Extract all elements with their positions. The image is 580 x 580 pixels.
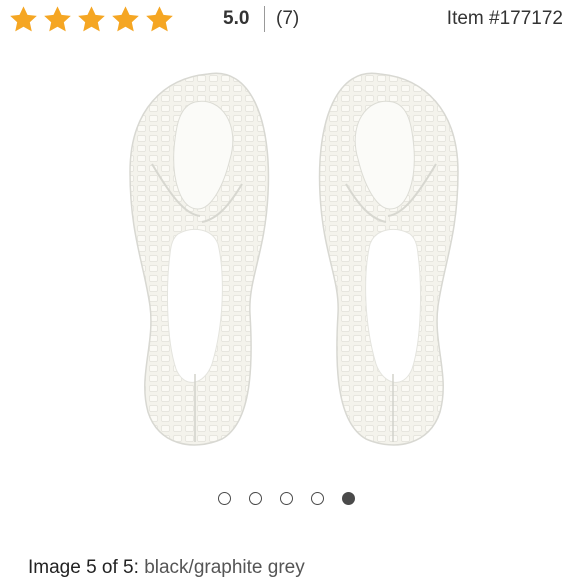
right-sole — [318, 72, 459, 446]
review-count[interactable]: (7) — [276, 8, 299, 30]
star-icon — [146, 6, 173, 32]
rating-divider — [264, 6, 265, 32]
rating-row: 5.0 (7) Item #177172 — [0, 0, 580, 38]
caption-color-name: black/graphite grey — [144, 557, 305, 578]
star-rating[interactable] — [8, 4, 175, 35]
caption-prefix: Image 5 of 5: — [28, 557, 139, 578]
star-icon — [78, 6, 105, 32]
carousel-dot-5-active[interactable] — [342, 492, 355, 505]
left-sole — [129, 72, 270, 446]
product-image[interactable] — [100, 44, 490, 464]
image-caption: Image 5 of 5: black/graphite grey — [28, 557, 305, 579]
carousel-dot-4[interactable] — [311, 492, 324, 505]
star-icon — [44, 6, 71, 32]
image-carousel-dots — [218, 492, 355, 505]
item-number: Item #177172 — [446, 8, 563, 29]
star-icon — [10, 6, 37, 32]
carousel-dot-1[interactable] — [218, 492, 231, 505]
carousel-dot-2[interactable] — [249, 492, 262, 505]
rating-score: 5.0 — [223, 8, 250, 29]
star-icon — [112, 6, 139, 32]
carousel-dot-3[interactable] — [280, 492, 293, 505]
